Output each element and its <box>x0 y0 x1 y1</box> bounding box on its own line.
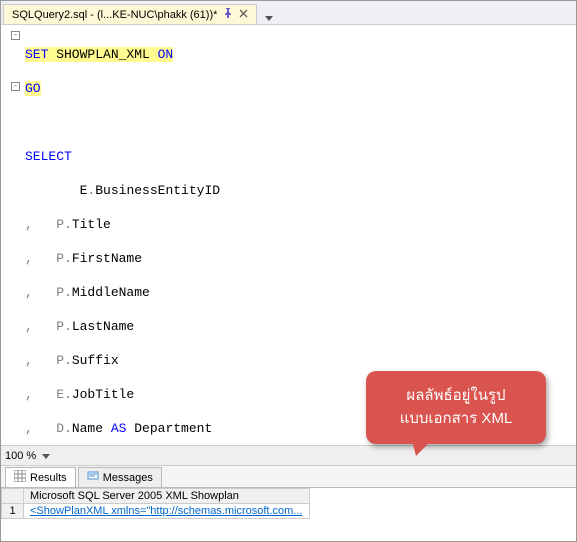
grid-header[interactable]: Microsoft SQL Server 2005 XML Showplan <box>24 489 310 504</box>
tab-results[interactable]: Results <box>5 467 76 487</box>
code-token: MiddleName <box>72 285 150 300</box>
code-token: JobTitle <box>72 387 134 402</box>
code-token: Department <box>126 421 212 436</box>
code-token: ON <box>158 47 174 62</box>
zoom-dropdown-icon[interactable] <box>40 450 50 462</box>
code-token: BusinessEntityID <box>95 183 220 198</box>
zoom-value: 100 % <box>5 450 36 462</box>
tab-messages-label: Messages <box>103 472 153 484</box>
messages-icon <box>87 470 99 485</box>
tab-results-label: Results <box>30 472 67 484</box>
code-token: LastName <box>72 319 134 334</box>
code-token: , P <box>25 285 64 300</box>
code-token: Suffix <box>72 353 119 368</box>
tab-title: SQLQuery2.sql - (l...KE-NUC\phakk (61))* <box>12 9 217 21</box>
code-token: FirstName <box>72 251 142 266</box>
tab-messages[interactable]: Messages <box>78 467 162 487</box>
showplan-xml-link[interactable]: <ShowPlanXML xmlns="http://schemas.micro… <box>30 505 303 517</box>
pin-icon[interactable] <box>223 8 233 21</box>
close-icon[interactable] <box>239 9 248 21</box>
grid-icon <box>14 470 26 485</box>
callout-line: แบบเอกสาร XML <box>378 408 534 431</box>
code-token: AS <box>103 421 126 436</box>
results-tab-strip: Results Messages <box>1 465 576 487</box>
grid-corner <box>2 489 24 504</box>
document-tab-strip: SQLQuery2.sql - (l...KE-NUC\phakk (61))* <box>1 1 576 25</box>
code-token: , E <box>25 387 64 402</box>
annotation-callout: ผลลัพธ์อยู่ในรูป แบบเอกสาร XML <box>366 371 546 444</box>
tab-overflow-icon[interactable] <box>263 12 273 24</box>
fold-toggle-icon[interactable]: - <box>11 31 20 40</box>
code-token: , D <box>25 421 64 436</box>
fold-toggle-icon[interactable]: - <box>11 82 20 91</box>
results-grid: Microsoft SQL Server 2005 XML Showplan 1… <box>1 487 576 519</box>
code-token: , P <box>25 319 64 334</box>
code-token: Name <box>72 421 103 436</box>
outline-gutter: - - <box>1 25 23 445</box>
zoom-bar: 100 % <box>1 445 576 465</box>
code-token: SELECT <box>25 149 72 164</box>
code-token: Title <box>72 217 111 232</box>
grid-rownum: 1 <box>2 504 24 519</box>
callout-line: ผลลัพธ์อยู่ในรูป <box>378 385 534 408</box>
document-tab[interactable]: SQLQuery2.sql - (l...KE-NUC\phakk (61))* <box>3 4 257 24</box>
code-token: E <box>25 183 87 198</box>
code-token: SET <box>25 47 48 62</box>
code-token: SHOWPLAN_XML <box>48 47 157 62</box>
code-token: , P <box>25 353 64 368</box>
grid-cell[interactable]: <ShowPlanXML xmlns="http://schemas.micro… <box>24 504 310 519</box>
code-token: , P <box>25 251 64 266</box>
table-row[interactable]: 1 <ShowPlanXML xmlns="http://schemas.mic… <box>2 504 310 519</box>
code-token: , P <box>25 217 64 232</box>
code-token: GO <box>25 81 41 96</box>
